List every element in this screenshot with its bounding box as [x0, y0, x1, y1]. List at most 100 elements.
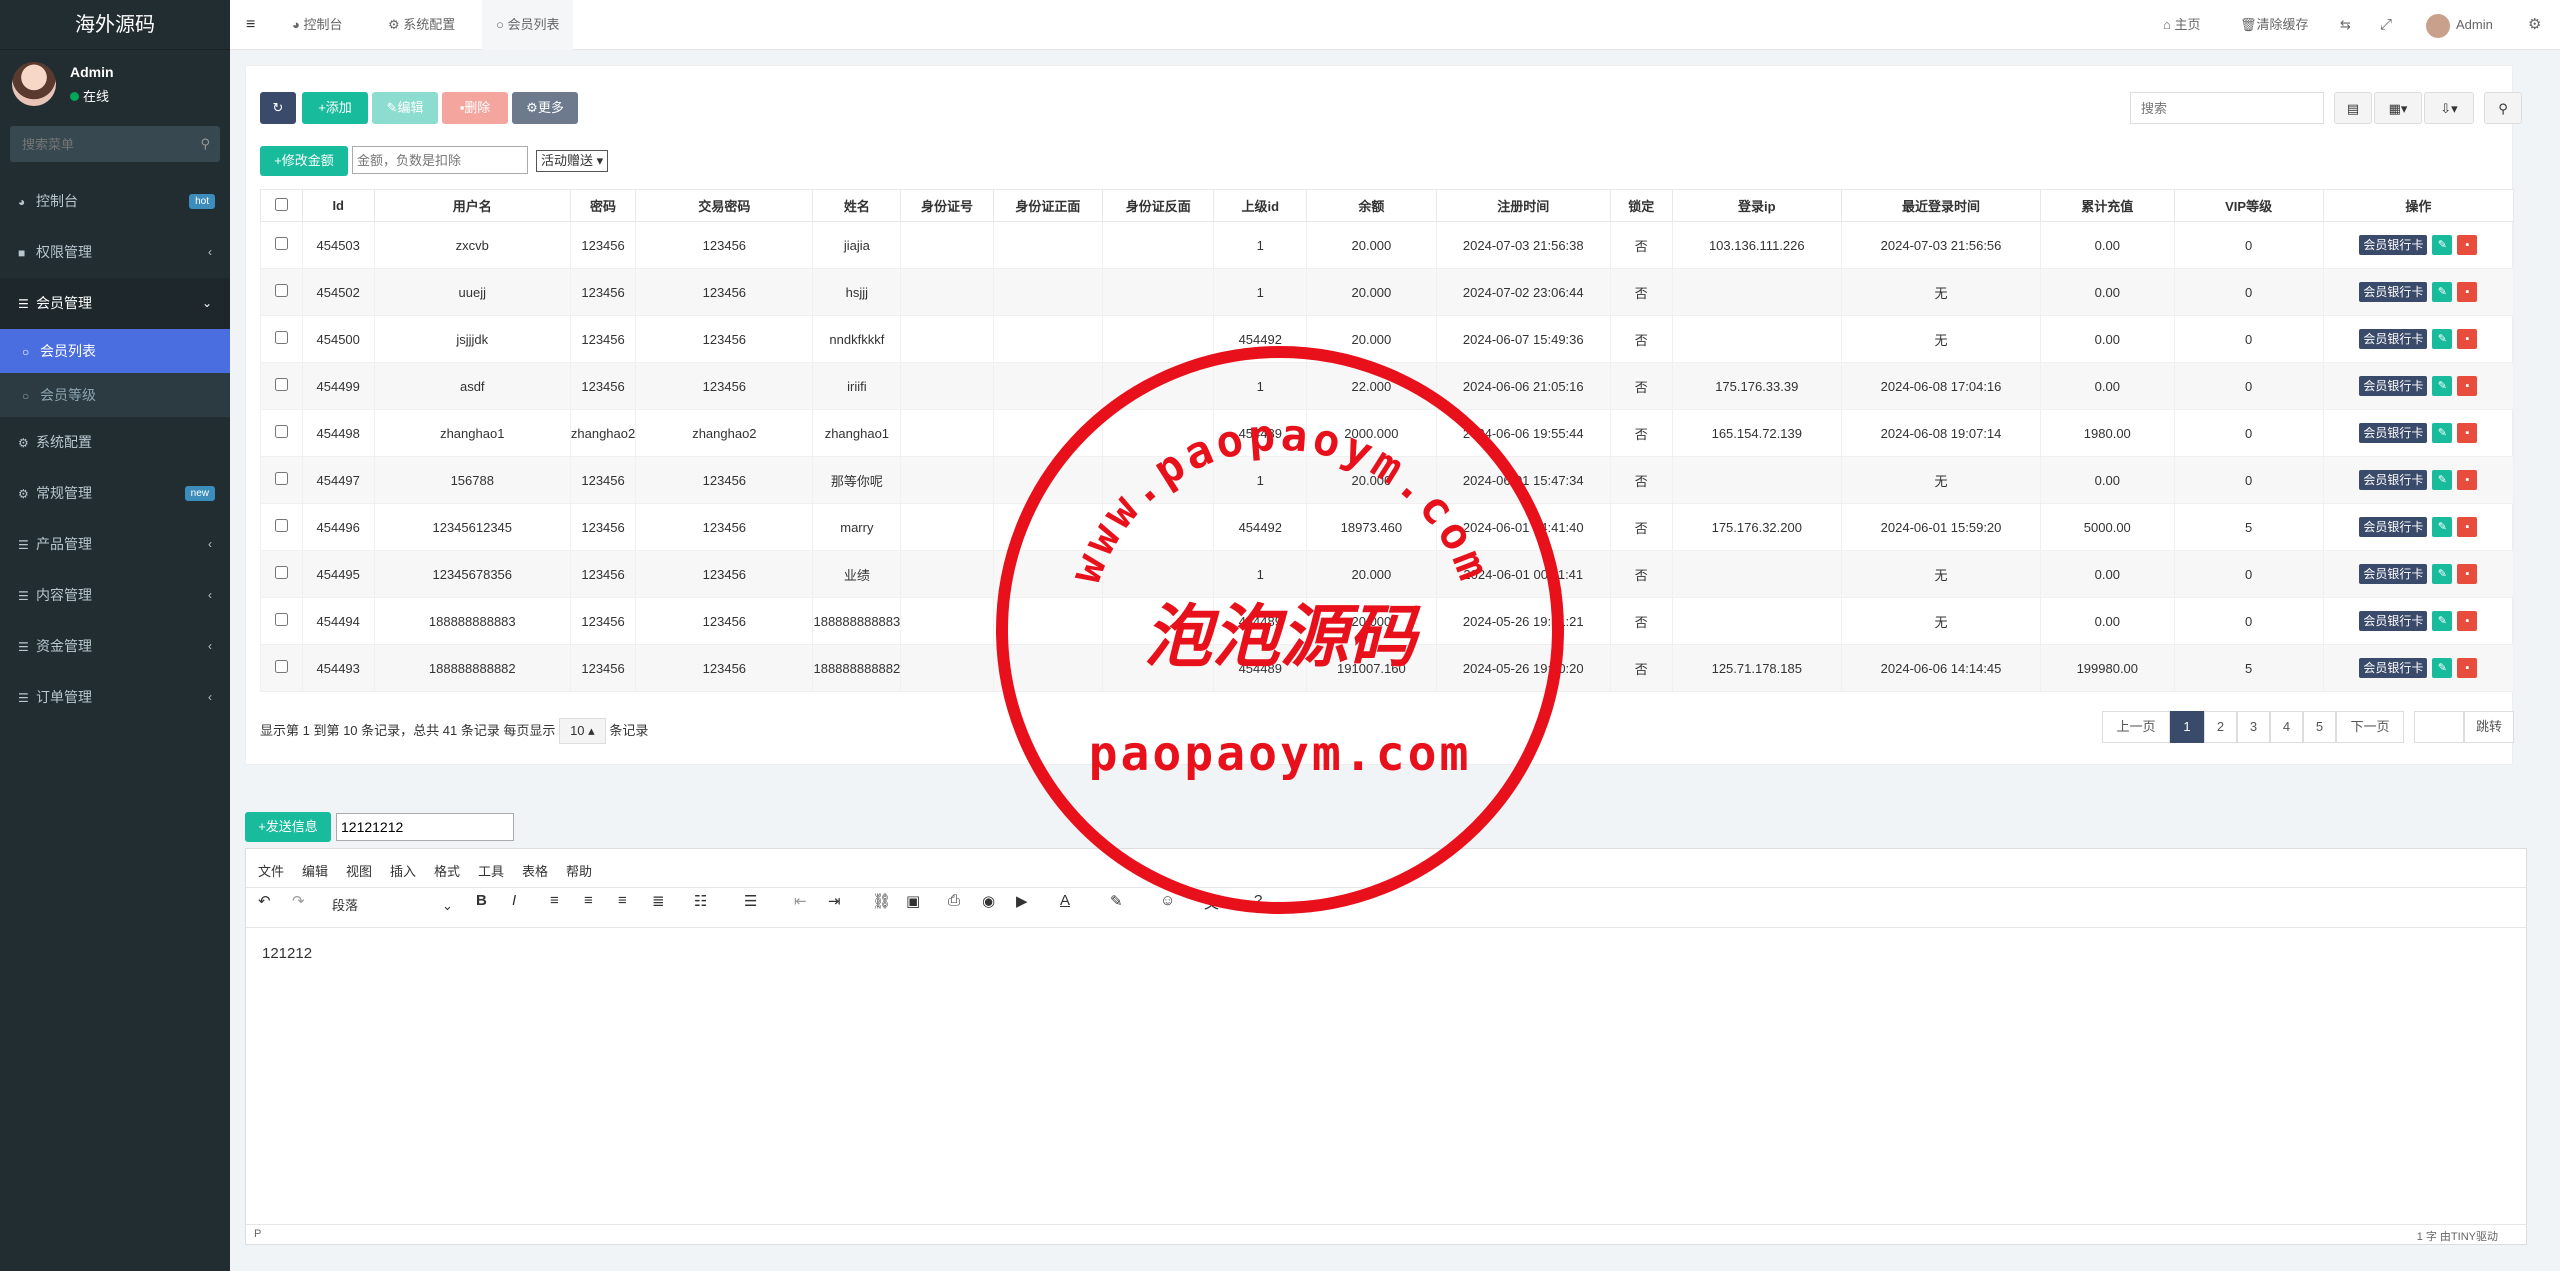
column-header[interactable]: 上级id — [1213, 189, 1308, 222]
tab-dashboard[interactable]: ◕ 控制台 — [292, 0, 342, 50]
outdent-icon[interactable]: ⇤ — [794, 892, 807, 910]
bank-card-button[interactable]: 会员银行卡 — [2359, 517, 2428, 537]
table-row[interactable]: 454495 12345678356 123456 123456 业绩 1 20.000 20… — [260, 550, 2515, 598]
table-row[interactable]: 454496 12345612345 123456 123456 marry 454492… — [260, 503, 2515, 551]
delete-row-trash-icon[interactable]: ▪ — [2457, 564, 2478, 584]
bank-card-button[interactable]: 会员银行卡 — [2359, 470, 2428, 490]
column-header[interactable]: 最近登录时间 — [1841, 189, 2042, 222]
text-color-icon[interactable]: A — [1060, 892, 1070, 909]
tab-system-config[interactable]: ⚙ 系统配置 — [388, 0, 455, 50]
numbered-list-icon[interactable]: ☰ — [744, 892, 757, 910]
preview-icon[interactable]: ◉ — [982, 892, 995, 910]
bullet-list-icon[interactable]: ☷ — [694, 892, 707, 910]
bank-card-button[interactable]: 会员银行卡 — [2359, 423, 2428, 443]
modify-amount-button[interactable]: +修改金额 — [260, 146, 348, 176]
column-header[interactable]: 密码 — [569, 189, 637, 222]
sidebar-item-content[interactable]: ☰ 内容管理 ‹ — [0, 570, 230, 621]
settings-gear-icon[interactable]: ⚙ — [2528, 0, 2541, 50]
page-5-button[interactable]: 5 — [2303, 711, 2336, 743]
redo-icon[interactable]: ↷ — [292, 892, 305, 910]
edit-row-pencil-icon[interactable]: ✎ — [2432, 423, 2453, 443]
edit-row-pencil-icon[interactable]: ✎ — [2432, 282, 2453, 302]
edit-row-pencil-icon[interactable]: ✎ — [2432, 611, 2453, 631]
fullscreen-icon[interactable]: ⤢ — [2380, 0, 2392, 50]
table-row[interactable]: 454503 zxcvb 123456 123456 jiajia 1 20.000 2024… — [260, 221, 2515, 269]
prev-page-button[interactable]: 上一页 — [2102, 711, 2170, 743]
help-icon[interactable]: ? — [1254, 892, 1262, 909]
menu-toggle-icon[interactable]: ≡ — [246, 0, 255, 50]
language-icon[interactable]: ⇆ — [2340, 0, 2351, 50]
undo-icon[interactable]: ↶ — [258, 892, 271, 910]
editor-menu-item[interactable]: 插入 — [390, 861, 416, 880]
table-row[interactable]: 454497 156788 123456 123456 那等你呢 1 20.000 2024-… — [260, 456, 2515, 504]
row-checkbox[interactable] — [260, 268, 303, 316]
highlight-icon[interactable]: ✎ — [1110, 892, 1123, 910]
table-row[interactable]: 454493 188888888882 123456 123456 1888888888… — [260, 644, 2515, 692]
select-all-checkbox[interactable] — [260, 189, 303, 222]
sidebar-item-members[interactable]: ☰ 会员管理 ⌄ — [0, 278, 230, 329]
edit-row-pencil-icon[interactable]: ✎ — [2432, 517, 2453, 537]
edit-row-pencil-icon[interactable]: ✎ — [2432, 376, 2453, 396]
edit-row-pencil-icon[interactable]: ✎ — [2432, 235, 2453, 255]
bank-card-button[interactable]: 会员银行卡 — [2359, 658, 2428, 678]
row-checkbox[interactable] — [260, 503, 303, 551]
column-header[interactable]: 累计充值 — [2040, 189, 2175, 222]
search-icon[interactable]: ⚲ — [200, 136, 210, 152]
media-icon[interactable]: ▶ — [1016, 892, 1028, 910]
edit-row-pencil-icon[interactable]: ✎ — [2432, 329, 2453, 349]
emoji-icon[interactable]: ☺ — [1160, 892, 1175, 909]
column-header[interactable]: 身份证正面 — [992, 189, 1104, 222]
page-2-button[interactable]: 2 — [2204, 711, 2237, 743]
admin-menu[interactable]: Admin — [2426, 0, 2493, 50]
delete-row-trash-icon[interactable]: ▪ — [2457, 470, 2478, 490]
sidebar-item-dashboard[interactable]: ◕ 控制台 hot — [0, 176, 230, 227]
column-header[interactable]: 操作 — [2322, 189, 2515, 222]
page-4-button[interactable]: 4 — [2270, 711, 2303, 743]
sidebar-item-permissions[interactable]: ■ 权限管理 ‹ — [0, 227, 230, 278]
advanced-search-button[interactable]: ⚲ — [2484, 92, 2522, 124]
column-header[interactable]: 余额 — [1306, 189, 1437, 222]
sidebar-item-general[interactable]: ⚙ 常规管理 new — [0, 468, 230, 519]
column-header[interactable]: 用户名 — [373, 189, 571, 222]
app-logo[interactable]: 海外源码 — [0, 0, 230, 50]
row-checkbox[interactable] — [260, 597, 303, 645]
amount-input[interactable] — [352, 146, 528, 174]
row-checkbox[interactable] — [260, 409, 303, 457]
delete-row-trash-icon[interactable]: ▪ — [2457, 423, 2478, 443]
bank-card-button[interactable]: 会员银行卡 — [2359, 235, 2428, 255]
activity-select[interactable]: 活动赠送 ▾ — [536, 150, 609, 172]
image-icon[interactable]: ▣ — [906, 892, 920, 910]
row-checkbox[interactable] — [260, 550, 303, 598]
table-search-input[interactable] — [2130, 92, 2324, 124]
bank-card-button[interactable]: 会员银行卡 — [2359, 329, 2428, 349]
editor-menu-item[interactable]: 工具 — [478, 861, 504, 880]
table-row[interactable]: 454502 uuejj 123456 123456 hsjjj 1 20.000 2024-… — [260, 268, 2515, 316]
align-justify-icon[interactable]: ≣ — [652, 892, 665, 910]
sidebar-item-products[interactable]: ☰ 产品管理 ‹ — [0, 519, 230, 570]
indent-icon[interactable]: ⇥ — [828, 892, 841, 910]
table-row[interactable]: 454499 asdf 123456 123456 iriifi 1 22.000 2024-… — [260, 362, 2515, 410]
delete-row-trash-icon[interactable]: ▪ — [2457, 282, 2478, 302]
bold-icon[interactable]: B — [476, 892, 487, 909]
clear-cache-link[interactable]: 🗑清除缓存 — [2240, 0, 2309, 50]
bank-card-button[interactable]: 会员银行卡 — [2359, 282, 2428, 302]
italic-icon[interactable]: I — [512, 892, 516, 909]
table-row[interactable]: 454494 188888888883 123456 123456 1888888888… — [260, 597, 2515, 645]
column-header[interactable]: 交易密码 — [635, 189, 814, 222]
row-checkbox[interactable] — [260, 362, 303, 410]
align-center-icon[interactable]: ≡ — [584, 892, 593, 909]
bank-card-button[interactable]: 会员银行卡 — [2359, 611, 2428, 631]
column-header[interactable]: Id — [301, 189, 375, 222]
jump-page-input[interactable] — [2414, 711, 2464, 743]
edit-row-pencil-icon[interactable]: ✎ — [2432, 658, 2453, 678]
print-icon[interactable]: ⎙ — [948, 892, 960, 909]
delete-row-trash-icon[interactable]: ▪ — [2457, 235, 2478, 255]
message-input[interactable] — [336, 813, 514, 841]
more-button[interactable]: ⚙更多 — [512, 92, 578, 124]
editor-menu-item[interactable]: 文件 — [258, 861, 284, 880]
edit-row-pencil-icon[interactable]: ✎ — [2432, 564, 2453, 584]
edit-button[interactable]: ✎编辑 — [372, 92, 438, 124]
delete-button[interactable]: ▪删除 — [442, 92, 508, 124]
sidebar-item-member-level[interactable]: ○ 会员等级 — [0, 373, 230, 417]
edit-row-pencil-icon[interactable]: ✎ — [2432, 470, 2453, 490]
